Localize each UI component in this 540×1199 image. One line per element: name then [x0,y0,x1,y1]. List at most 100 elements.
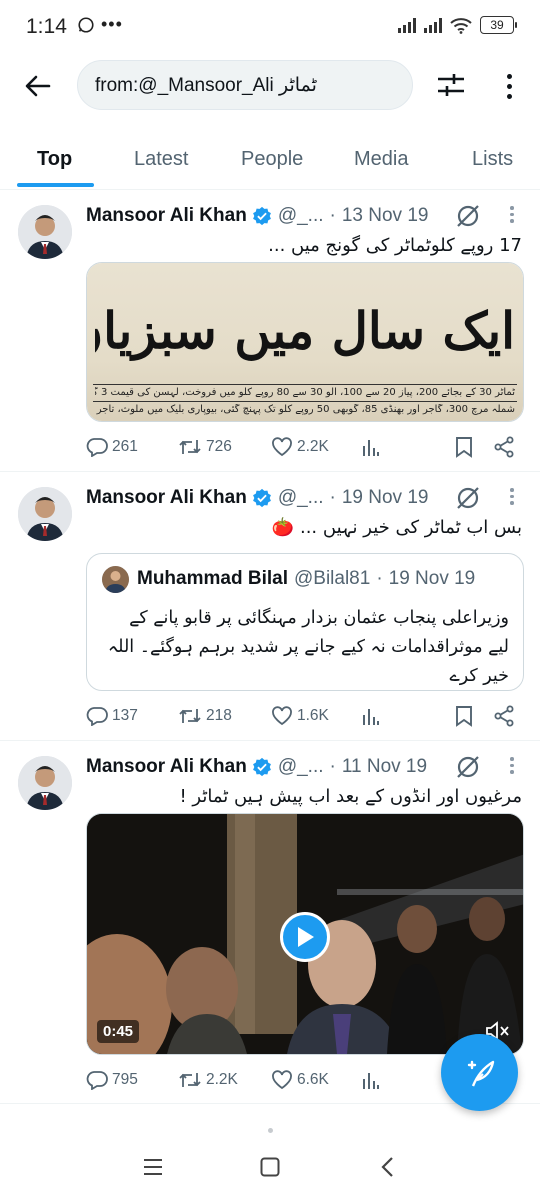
views-button[interactable] [362,1066,380,1094]
author-name[interactable]: Mansoor Ali Khan [86,205,247,227]
like-count: 2.2K [297,438,329,455]
reply-count: 137 [112,707,138,724]
whatsapp-icon [78,16,94,33]
tab-media[interactable]: Media [354,130,408,190]
system-back-button[interactable] [373,1154,403,1180]
dot [510,488,514,492]
heart-icon [272,706,292,726]
dot [510,763,514,767]
author-handle: @_... [277,487,324,508]
grok-button[interactable] [455,485,481,511]
tweet-text: بس اب ٹماٹر کی خیر نہیں ... 🍅 [271,517,522,538]
quote-date: 19 Nov 19 [388,568,476,589]
tweet-date[interactable]: 19 Nov 19 [342,487,429,509]
home-button[interactable] [255,1154,285,1180]
like-button[interactable]: 2.2K [271,433,329,461]
share-button[interactable] [493,702,515,730]
heart-icon [272,1070,292,1090]
search-filters-button[interactable] [436,70,468,102]
author-name[interactable]: Mansoor Ali Khan [86,487,247,509]
analytics-icon [363,440,379,456]
avatar[interactable] [18,756,72,810]
grok-button[interactable] [455,754,481,780]
dot [506,83,512,89]
more-notifications-icon: ••• [101,14,123,34]
divider [93,401,517,402]
tweet[interactable]: Mansoor Ali Khan @_... · 13 Nov 19 17 رو… [0,191,540,472]
back-button[interactable] [20,70,56,102]
like-button[interactable]: 1.6K [271,702,329,730]
retweet-button[interactable]: 218 [178,702,232,730]
tab-people[interactable]: People [241,130,303,190]
author-handle: @_... [277,205,324,226]
more-options-button[interactable] [495,70,523,102]
video-player: 0:45 [87,814,523,1054]
tweet[interactable]: Mansoor Ali Khan @_... · 19 Nov 19 بس اب… [0,473,540,741]
retweet-icon [179,1073,201,1087]
verified-badge-icon [252,206,272,226]
signal-icon [398,17,416,33]
compose-tweet-button[interactable] [441,1034,518,1111]
tweet-text: 17 روپے کلوٹماٹر کی گونج میں ... [268,235,522,256]
quote-author-handle: @Bilal81 [293,568,371,589]
grok-button[interactable] [455,203,481,229]
retweet-icon [179,440,201,454]
retweet-button[interactable]: 2.2K [178,1066,238,1094]
tweet-video[interactable]: 0:45 [86,813,524,1055]
play-button[interactable] [280,912,330,962]
share-icon [494,436,514,458]
like-count: 6.6K [297,1071,329,1088]
tweet-date[interactable]: 13 Nov 19 [342,205,429,227]
reply-button[interactable]: 795 [86,1066,138,1094]
reply-button[interactable]: 137 [86,702,138,730]
dot [510,494,514,498]
arrow-left-icon [25,75,51,97]
bookmark-button[interactable] [455,433,473,461]
compose-feather-icon [467,1060,494,1086]
tab-top[interactable]: Top [37,130,72,190]
video-duration: 0:45 [97,1020,140,1043]
retweet-count: 218 [206,707,232,724]
recent-apps-button[interactable] [138,1154,168,1180]
tweet-menu-button[interactable] [506,757,518,779]
verified-badge-icon [252,488,272,508]
retweet-button[interactable]: 726 [178,433,232,461]
views-button[interactable] [362,433,380,461]
chevron-left-icon [381,1157,393,1177]
bookmark-icon [456,437,472,458]
tweet-menu-button[interactable] [506,206,518,228]
bookmark-icon [456,706,472,727]
quote-author-name: Muhammad Bilal [137,568,288,589]
dot [510,206,514,210]
page-indicator-dot [268,1128,273,1133]
search-input[interactable]: from:@_Mansoor_Ali ٹماٹر [77,60,413,110]
tweet-image[interactable]: ایک سال میں سبزیاں 6 گنا تک مہنگی ٹماٹر … [86,262,524,422]
analytics-icon [363,709,379,725]
separator-dot: · [329,487,336,508]
dot [510,757,514,761]
avatar[interactable] [18,487,72,541]
dot [510,770,514,774]
tweet-date[interactable]: 11 Nov 19 [342,756,427,778]
author-name[interactable]: Mansoor Ali Khan [86,756,247,778]
tweet-header: Mansoor Ali Khan @_... · 11 Nov 19 [86,754,427,780]
tweet-text: مرغیوں اور انڈوں کے بعد اب پیش ہیں ٹماٹر… [179,786,522,807]
share-button[interactable] [493,433,515,461]
share-icon [494,705,514,727]
tab-latest[interactable]: Latest [134,130,188,190]
quote-header: Muhammad Bilal @Bilal81 · 19 Nov 19 [137,566,475,592]
quoted-tweet[interactable]: Muhammad Bilal @Bilal81 · 19 Nov 19 وزیر… [86,553,524,691]
views-button[interactable] [362,702,380,730]
author-handle: @_... [277,756,324,777]
avatar[interactable] [18,205,72,259]
separator-dot: · [329,205,336,226]
tab-lists[interactable]: Lists [472,130,513,190]
like-button[interactable]: 6.6K [271,1066,329,1094]
reply-icon [86,438,108,457]
reply-button[interactable]: 261 [86,433,138,461]
bookmark-button[interactable] [455,702,473,730]
newspaper-subline: ٹماٹر 30 کے بجائے 200، پیاز 20 سے 100، آ… [95,387,515,398]
grok-icon [457,756,479,778]
tweet-menu-button[interactable] [506,488,518,510]
divider [93,384,517,385]
